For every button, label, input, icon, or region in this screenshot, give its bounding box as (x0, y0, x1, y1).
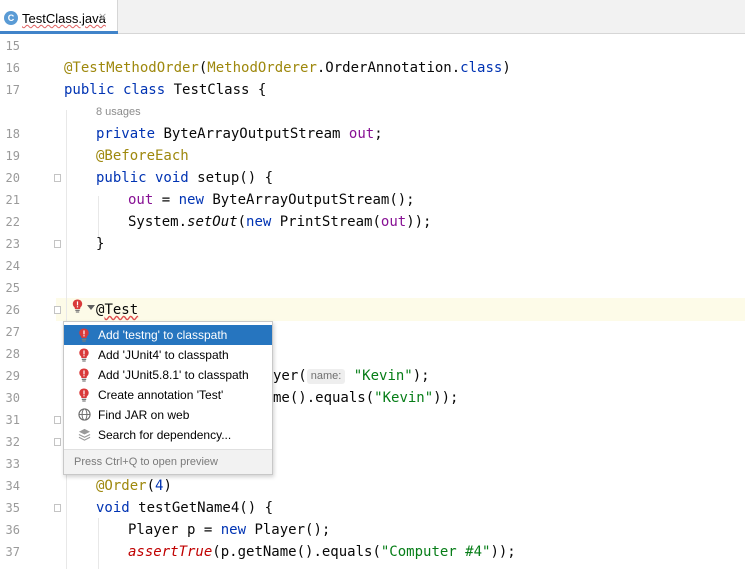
popup-item[interactable]: Create annotation 'Test' (64, 385, 272, 405)
fold-marker[interactable] (54, 504, 61, 512)
fold-marker[interactable] (54, 174, 61, 182)
popup-item-label: Add 'JUnit4' to classpath (98, 348, 229, 362)
line-number: 24 (5, 259, 20, 273)
code-line-23: } (96, 236, 105, 252)
line-number: 28 (5, 347, 20, 361)
line-number: 19 (5, 149, 20, 163)
layers-icon (78, 428, 91, 442)
editor-tab-bar: C TestClass.java × (0, 0, 745, 34)
fold-marker[interactable] (54, 416, 61, 424)
line-number: 18 (5, 127, 20, 141)
line-number: 26 (5, 303, 20, 317)
popup-item[interactable]: Search for dependency... (64, 425, 272, 445)
intention-bulb[interactable] (70, 299, 100, 319)
popup-item-label: Find JAR on web (98, 408, 190, 422)
popup-item[interactable]: Find JAR on web (64, 405, 272, 425)
line-number: 23 (5, 237, 20, 251)
line-number: 32 (5, 435, 20, 449)
indent-guide (98, 196, 99, 238)
tab-title: TestClass.java (22, 11, 106, 26)
line-number: 33 (5, 457, 20, 471)
code-line-26: @Test (96, 302, 139, 318)
code-line-35: void testGetName4() { (96, 500, 274, 516)
line-number: 29 (5, 369, 20, 383)
line-number: 15 (5, 39, 20, 53)
popup-item-label: Add 'JUnit5.8.1' to classpath (98, 368, 249, 382)
popup-item-label: Search for dependency... (98, 428, 232, 442)
line-number: 31 (5, 413, 20, 427)
usages-hint[interactable]: 8 usages (96, 106, 141, 118)
popup-item[interactable]: Add 'JUnit5.8.1' to classpath (64, 365, 272, 385)
error-bulb-icon (78, 328, 90, 342)
line-number: 35 (5, 501, 20, 515)
code-line-36: Player p = new Player(); (128, 522, 331, 538)
line-number: 25 (5, 281, 20, 295)
fold-marker[interactable] (54, 306, 61, 314)
code-line-18: private ByteArrayOutputStream out; (96, 126, 383, 142)
tab-testclass-java[interactable]: C TestClass.java × (0, 0, 118, 34)
line-number: 16 (5, 61, 20, 75)
chevron-down-icon (87, 305, 95, 310)
globe-icon (78, 408, 91, 422)
java-class-icon: C (4, 11, 18, 25)
popup-item-label: Create annotation 'Test' (98, 388, 224, 402)
line-number: 36 (5, 523, 20, 537)
intention-actions-popup: Add 'testng' to classpath Add 'JUnit4' to… (63, 321, 273, 475)
line-number: 17 (5, 83, 20, 97)
error-bulb-icon (78, 388, 90, 402)
line-number: 27 (5, 325, 20, 339)
line-number: 34 (5, 479, 20, 493)
code-line-30: me().equals("Kevin")); (273, 390, 459, 406)
parameter-hint: name: (306, 369, 346, 384)
popup-item[interactable]: Add 'testng' to classpath (64, 325, 272, 345)
indent-guide (98, 518, 99, 569)
code-line-19: @BeforeEach (96, 148, 189, 164)
popup-item-label: Add 'testng' to classpath (98, 328, 228, 342)
line-number: 22 (5, 215, 20, 229)
code-line-20: public void setup() { (96, 170, 274, 186)
code-line-29: yer(name: "Kevin"); (273, 368, 430, 384)
code-line-21: out = new ByteArrayOutputStream(); (128, 192, 415, 208)
error-bulb-icon (78, 348, 90, 362)
code-line-22: System.setOut(new PrintStream(out)); (128, 214, 432, 230)
popup-item[interactable]: Add 'JUnit4' to classpath (64, 345, 272, 365)
popup-footer: Press Ctrl+Q to open preview (64, 449, 272, 474)
line-number: 21 (5, 193, 20, 207)
fold-marker[interactable] (54, 438, 61, 446)
error-bulb-icon (72, 299, 83, 313)
line-number: 30 (5, 391, 20, 405)
error-bulb-icon (78, 368, 90, 382)
close-icon[interactable]: × (98, 10, 107, 23)
code-line-37: assertTrue(p.getName().equals("Computer … (128, 544, 516, 560)
line-number: 37 (5, 545, 20, 559)
line-number: 20 (5, 171, 20, 185)
code-line-16: @TestMethodOrder(MethodOrderer.OrderAnno… (64, 60, 511, 76)
code-line-34: @Order(4) (96, 478, 172, 494)
code-line-17: public class TestClass { (64, 82, 267, 98)
fold-marker[interactable] (54, 240, 61, 248)
